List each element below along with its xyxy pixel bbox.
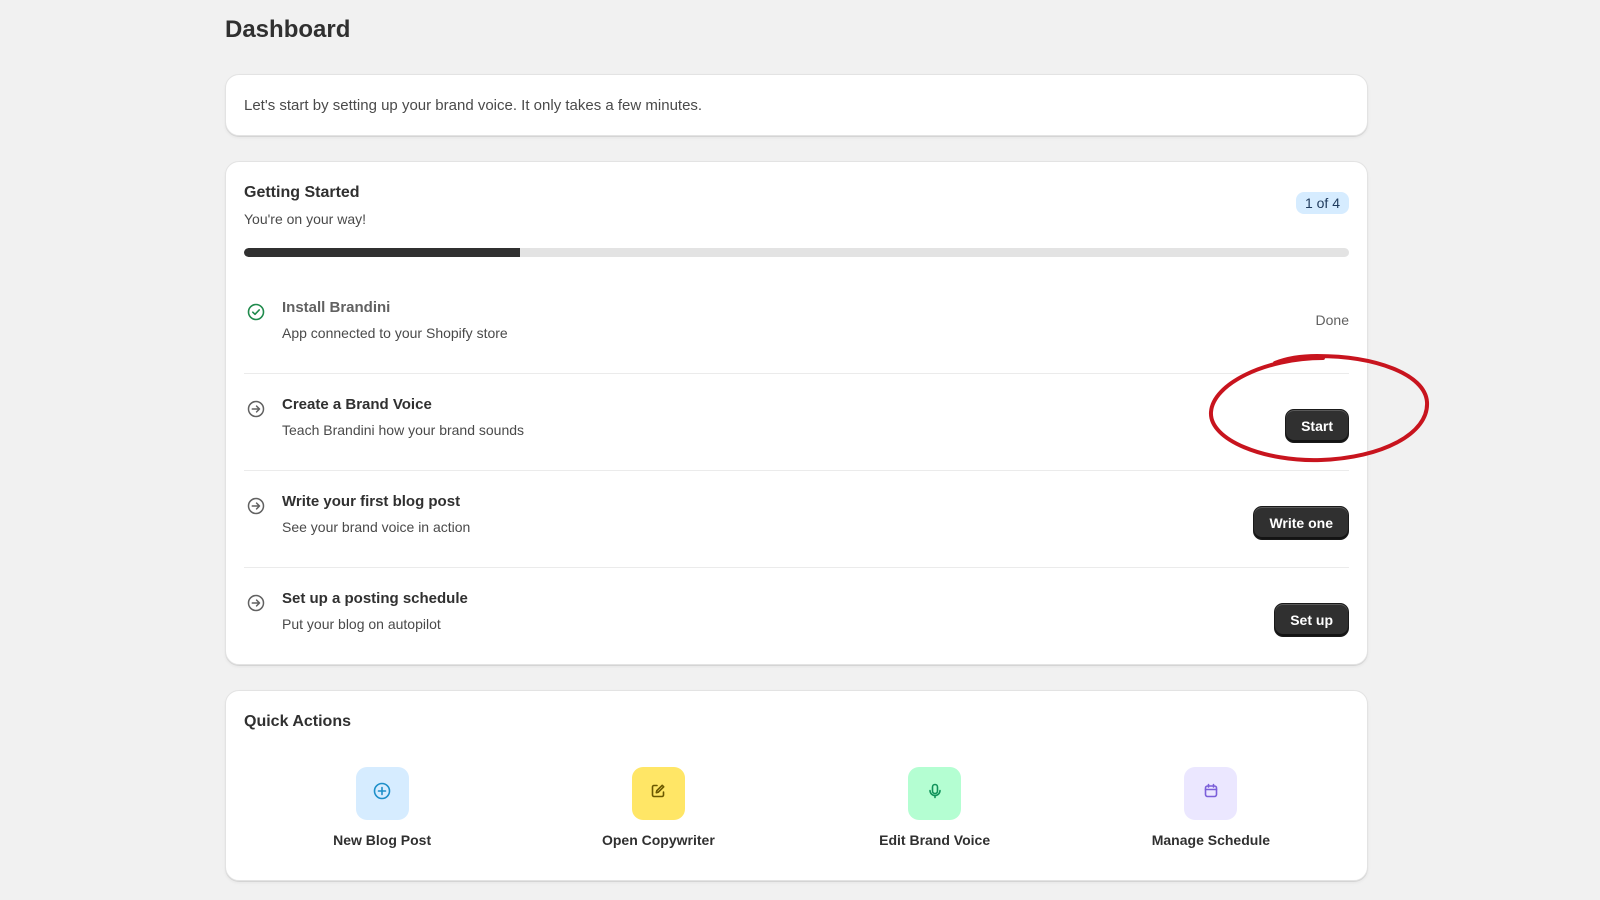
edit-icon (648, 781, 668, 806)
arrow-circle-icon (246, 496, 266, 516)
getting-started-card: Getting Started You're on your way! 1 of… (225, 161, 1368, 665)
progress-bar-fill (244, 248, 521, 257)
quick-action-label[interactable]: New Blog Post (333, 832, 431, 848)
progress-bar (244, 248, 1349, 257)
task-create-brand-voice: Create a Brand Voice Teach Brandini how … (244, 374, 1349, 471)
task-description: Put your blog on autopilot (282, 616, 441, 632)
quick-actions-card: Quick Actions New Blog Post Open Copywri… (225, 690, 1368, 881)
task-title: Set up a posting schedule (282, 590, 468, 607)
getting-started-title: Getting Started (244, 184, 360, 201)
start-button[interactable]: Start (1285, 409, 1349, 443)
getting-started-subtitle: You're on your way! (244, 211, 367, 227)
page-title: Dashboard (225, 16, 351, 43)
task-description: App connected to your Shopify store (282, 325, 508, 341)
quick-action-label[interactable]: Edit Brand Voice (879, 832, 990, 848)
quick-action-tile[interactable] (355, 767, 409, 820)
task-description: See your brand voice in action (282, 519, 471, 535)
quick-action-label[interactable]: Manage Schedule (1152, 832, 1270, 848)
banner-text: Let's start by setting up your brand voi… (244, 97, 703, 114)
task-title: Write your first blog post (282, 493, 461, 510)
task-title: Install Brandini (282, 299, 391, 316)
plus-circle-icon (372, 781, 392, 806)
check-circle-icon (246, 302, 266, 322)
quick-action-tile[interactable] (631, 767, 685, 820)
set-up-button[interactable]: Set up (1274, 603, 1349, 637)
task-description: Teach Brandini how your brand sounds (282, 422, 525, 438)
microphone-icon (925, 781, 945, 806)
task-status-done: Done (1315, 312, 1349, 328)
task-title: Create a Brand Voice (282, 396, 432, 413)
quick-action-label[interactable]: Open Copywriter (602, 832, 715, 848)
arrow-circle-icon (246, 593, 266, 613)
write-one-button[interactable]: Write one (1253, 506, 1349, 540)
quick-action-tile[interactable] (908, 767, 962, 820)
quick-actions-grid: New Blog Post Open Copywriter Edit Brand… (244, 767, 1349, 857)
task-install-brandini: Install Brandini App connected to your S… (244, 277, 1349, 374)
quick-action-tile[interactable] (1184, 767, 1238, 820)
quick-action-manage-schedule[interactable]: Manage Schedule (1073, 767, 1349, 857)
task-write-blog-post: Write your first blog post See your bran… (244, 471, 1349, 568)
arrow-circle-icon (246, 399, 266, 419)
progress-badge: 1 of 4 (1295, 192, 1349, 214)
quick-action-open-copywriter[interactable]: Open Copywriter (520, 767, 796, 857)
welcome-banner: Let's start by setting up your brand voi… (225, 74, 1368, 136)
quick-actions-title: Quick Actions (244, 713, 351, 730)
quick-action-new-blog-post[interactable]: New Blog Post (244, 767, 520, 857)
task-posting-schedule: Set up a posting schedule Put your blog … (244, 568, 1349, 665)
quick-action-edit-brand-voice[interactable]: Edit Brand Voice (797, 767, 1073, 857)
calendar-icon (1201, 781, 1221, 806)
